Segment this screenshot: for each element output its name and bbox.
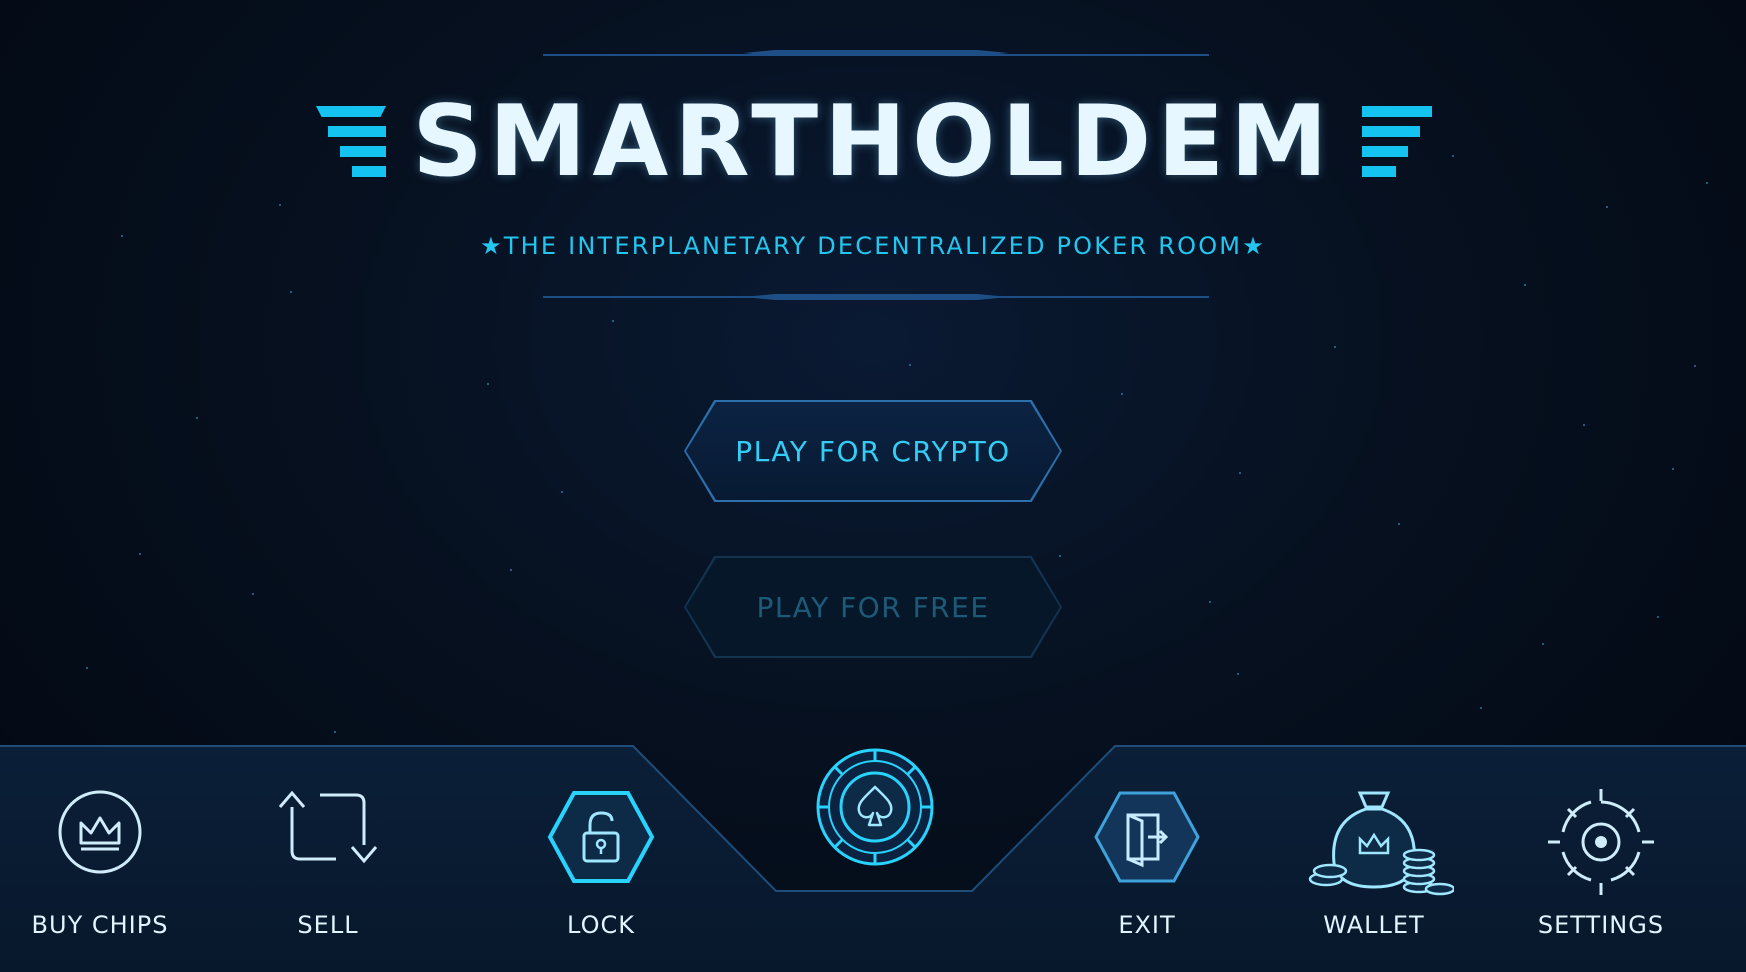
settings-button[interactable]: SETTINGS [1491,745,1711,972]
wallet-button[interactable]: WALLET [1264,745,1484,972]
lock-button[interactable]: LOCK [491,745,711,972]
tagline: ★THE INTERPLANETARY DECENTRALIZED POKER … [480,232,1266,260]
exit-door-icon [1094,791,1200,883]
settings-label: SETTINGS [1537,911,1665,939]
center-chip-button[interactable] [813,745,937,869]
wallet-label: WALLET [1323,911,1425,939]
sell-button[interactable]: SELL [218,745,438,972]
money-bag-icon [1308,791,1454,896]
buy-chips-button[interactable]: BUY CHIPS [0,745,210,972]
lock-label: LOCK [567,911,635,939]
game-title: SMARTHOLDEM [412,85,1334,199]
swap-arrows-icon [278,790,378,864]
buy-chips-label: BUY CHIPS [31,911,169,939]
spade-chip-icon [816,748,934,866]
target-gear-icon [1548,789,1654,895]
title-top-divider [543,54,1209,56]
padlock-icon [547,791,655,883]
crown-circle-icon [58,790,142,874]
sell-label: SELL [297,911,359,939]
play-for-free-button[interactable]: PLAY FOR FREE [684,556,1062,658]
exit-button[interactable]: EXIT [1037,745,1257,972]
exit-label: EXIT [1118,911,1176,939]
title-bottom-divider [543,296,1209,298]
right-wing-icon [1362,106,1434,190]
play-for-crypto-button[interactable]: PLAY FOR CRYPTO [684,400,1062,502]
logo: SMARTHOLDEM [0,86,1746,198]
play-for-crypto-label: PLAY FOR CRYPTO [735,434,1011,468]
play-for-free-label: PLAY FOR FREE [756,590,990,624]
